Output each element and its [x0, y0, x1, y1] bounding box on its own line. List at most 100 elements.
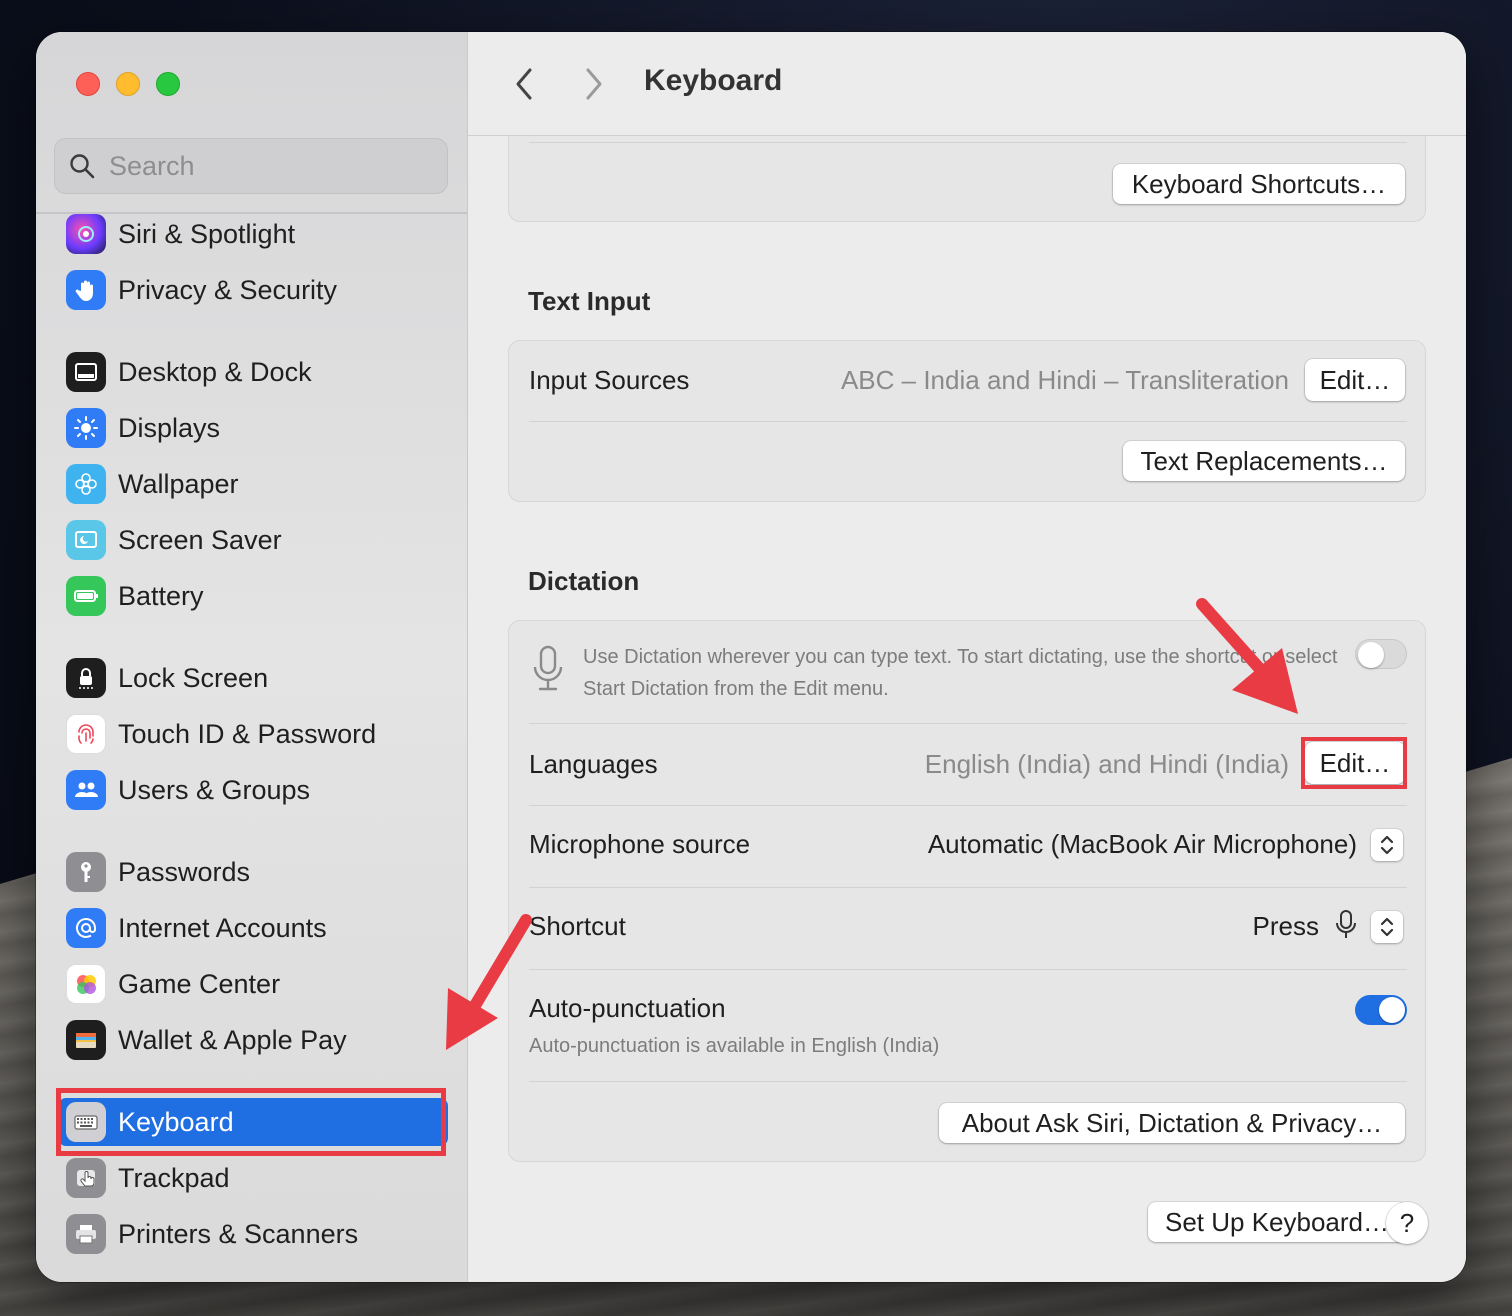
input-sources-edit-button[interactable]: Edit…: [1305, 359, 1405, 401]
chevron-right-icon: [586, 68, 602, 100]
shortcut-value: Press: [1252, 911, 1319, 941]
sun-icon: [66, 408, 106, 448]
microphone-key-icon: [1336, 910, 1356, 938]
battery-icon: [66, 576, 106, 616]
forward-button[interactable]: [576, 66, 612, 102]
sidebar-item-wallpaper[interactable]: Wallpaper: [58, 460, 448, 508]
microphone-source-popup[interactable]: [1371, 829, 1403, 861]
sidebar-item-wallet-apple-pay[interactable]: Wallet & Apple Pay: [58, 1016, 448, 1064]
zoom-window-button[interactable]: [156, 72, 180, 96]
siri-icon: [66, 214, 106, 254]
languages-value: English (India) and Hindi (India): [924, 749, 1289, 779]
divider: [529, 421, 1407, 422]
auto-punctuation-label: Auto-punctuation: [529, 993, 726, 1023]
dictation-heading: Dictation: [528, 566, 640, 596]
help-button[interactable]: ?: [1386, 1202, 1428, 1244]
main-pane: Keyboard Keyboard Shortcuts… Text Input …: [468, 32, 1466, 1282]
printer-icon: [66, 1214, 106, 1254]
divider: [529, 1081, 1407, 1082]
sidebar-item-label: Trackpad: [118, 1162, 230, 1193]
shortcut-label: Shortcut: [529, 911, 626, 941]
minimize-window-button[interactable]: [116, 72, 140, 96]
chevron-left-icon: [516, 68, 532, 100]
input-sources-value: ABC – India and Hindi – Transliteration: [840, 365, 1289, 395]
sidebar-item-desktop-dock[interactable]: Desktop & Dock: [58, 348, 448, 396]
sidebar-item-label: Game Center: [118, 968, 281, 999]
window-controls: [76, 72, 180, 96]
sidebar: Siri & Spotlight Privacy & Security Desk…: [36, 32, 468, 1282]
set-up-keyboard-button[interactable]: Set Up Keyboard…: [1148, 1202, 1406, 1242]
about-siri-dictation-privacy-button[interactable]: About Ask Siri, Dictation & Privacy…: [939, 1103, 1405, 1143]
page-title: Keyboard: [644, 64, 783, 97]
dictation-toggle[interactable]: [1355, 639, 1407, 669]
sidebar-item-label: Displays: [118, 412, 221, 443]
wallet-icon: [66, 1020, 106, 1060]
chevron-up-down-icon: [1380, 917, 1394, 937]
lock-icon: [66, 658, 106, 698]
auto-punctuation-subtitle: Auto-punctuation is available in English…: [529, 1035, 940, 1057]
fingerprint-icon: [66, 714, 106, 754]
keyboard-shortcuts-button[interactable]: Keyboard Shortcuts…: [1113, 164, 1405, 204]
microphone-source-value: Automatic (MacBook Air Microphone): [927, 829, 1357, 859]
sidebar-item-label: Users & Groups: [118, 774, 311, 805]
sidebar-keyboard-annotation-box: [56, 1088, 446, 1156]
text-input-heading: Text Input: [528, 286, 651, 316]
sidebar-item-displays[interactable]: Displays: [58, 404, 448, 452]
microphone-source-label: Microphone source: [529, 829, 751, 859]
toggle-knob: [1379, 997, 1405, 1023]
sidebar-item-passwords[interactable]: Passwords: [58, 848, 448, 896]
shortcut-popup[interactable]: [1371, 911, 1403, 943]
text-replacements-button[interactable]: Text Replacements…: [1123, 441, 1405, 481]
auto-punctuation-toggle[interactable]: [1355, 995, 1407, 1025]
divider: [529, 723, 1407, 724]
microphone-icon: [533, 645, 563, 691]
sidebar-item-label: Passwords: [118, 856, 251, 887]
sidebar-item-label: Privacy & Security: [118, 274, 338, 305]
sidebar-item-battery[interactable]: Battery: [58, 572, 448, 620]
input-sources-label: Input Sources: [529, 365, 690, 395]
search-field[interactable]: [54, 138, 448, 194]
screen-saver-icon: [66, 520, 106, 560]
sidebar-item-screen-saver[interactable]: Screen Saver: [58, 516, 448, 564]
back-button[interactable]: [506, 66, 542, 102]
sidebar-item-label: Desktop & Dock: [118, 356, 312, 387]
game-center-icon: [66, 964, 106, 1004]
sidebar-item-siri-spotlight[interactable]: Siri & Spotlight: [58, 210, 448, 258]
dock-icon: [66, 352, 106, 392]
sidebar-item-trackpad[interactable]: Trackpad: [58, 1154, 448, 1202]
sidebar-item-lock-screen[interactable]: Lock Screen: [58, 654, 448, 702]
sidebar-item-label: Wallet & Apple Pay: [118, 1024, 347, 1055]
chevron-up-down-icon: [1380, 835, 1394, 855]
divider: [529, 969, 1407, 970]
toolbar: Keyboard: [468, 32, 1466, 136]
trackpad-icon: [66, 1158, 106, 1198]
annotation-arrow-right: [1196, 598, 1298, 714]
flower-icon: [66, 464, 106, 504]
sidebar-item-label: Screen Saver: [118, 524, 282, 555]
text-input-card: Input Sources ABC – India and Hindi – Tr…: [508, 340, 1426, 502]
sidebar-item-printers-scanners[interactable]: Printers & Scanners: [58, 1210, 448, 1258]
divider: [529, 805, 1407, 806]
toggle-knob: [1358, 642, 1384, 668]
sidebar-item-users-groups[interactable]: Users & Groups: [58, 766, 448, 814]
hand-icon: [66, 270, 106, 310]
close-window-button[interactable]: [76, 72, 100, 96]
divider: [529, 887, 1407, 888]
sidebar-item-internet-accounts[interactable]: Internet Accounts: [58, 904, 448, 952]
sidebar-item-label: Internet Accounts: [118, 912, 327, 943]
sidebar-item-label: Printers & Scanners: [118, 1218, 359, 1249]
sidebar-item-label: Wallpaper: [118, 468, 239, 499]
languages-label: Languages: [529, 749, 658, 779]
users-icon: [66, 770, 106, 810]
search-input[interactable]: [109, 150, 409, 182]
sidebar-item-label: Touch ID & Password: [118, 718, 377, 749]
search-icon: [70, 154, 95, 179]
languages-edit-annotation-box: [1301, 737, 1407, 789]
key-icon: [66, 852, 106, 892]
at-icon: [66, 908, 106, 948]
sidebar-item-privacy-security[interactable]: Privacy & Security: [58, 266, 448, 314]
sidebar-item-touch-id-password[interactable]: Touch ID & Password: [58, 710, 448, 758]
sidebar-item-game-center[interactable]: Game Center: [58, 960, 448, 1008]
divider: [529, 142, 1407, 143]
sidebar-item-label: Lock Screen: [118, 662, 269, 693]
